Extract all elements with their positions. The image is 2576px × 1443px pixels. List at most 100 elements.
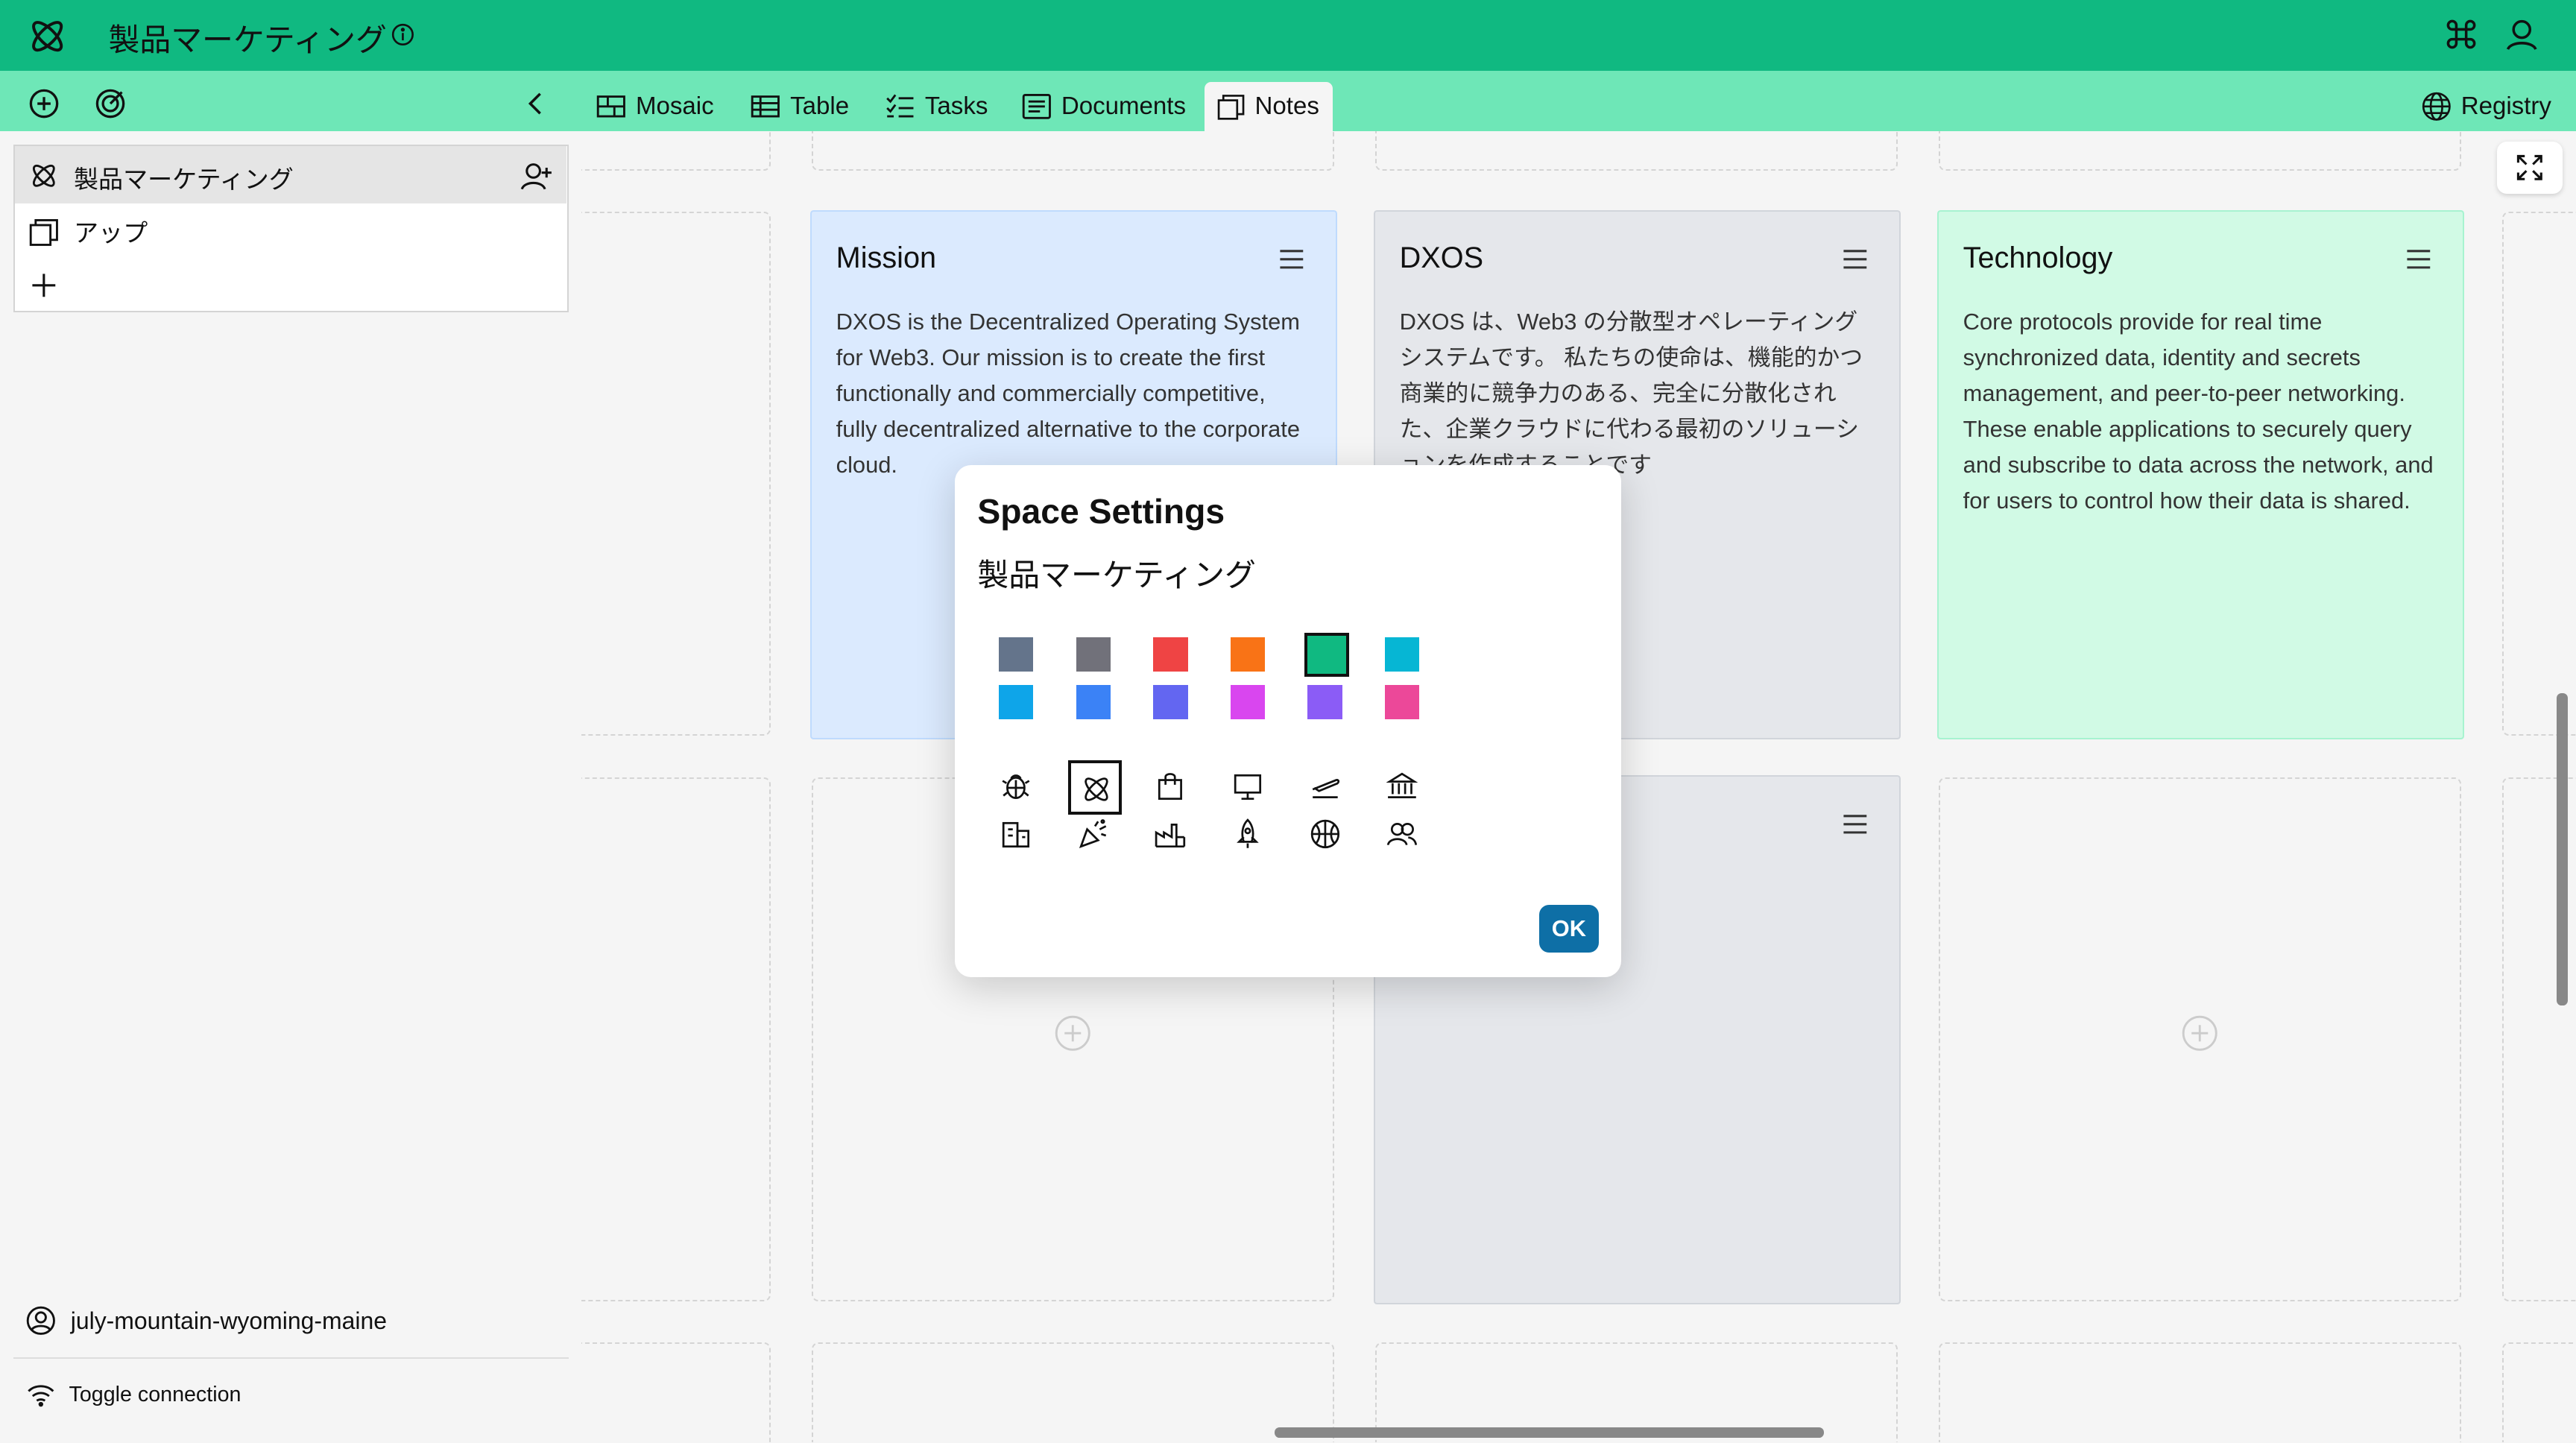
tab-label: Tasks	[924, 92, 988, 121]
icon-option-factory[interactable]	[1145, 808, 1199, 862]
identity-label: july-mountain-wyoming-maine	[70, 1307, 387, 1334]
menu-icon[interactable]	[1277, 244, 1307, 274]
info-icon[interactable]	[391, 23, 414, 46]
add-note-icon[interactable]	[1055, 1015, 1090, 1051]
menu-icon[interactable]	[1840, 244, 1870, 274]
vertical-scrollbar[interactable]	[2556, 693, 2568, 1005]
icon-option-bank[interactable]	[1377, 760, 1431, 815]
color-swatch-orange[interactable]	[1230, 637, 1266, 672]
color-swatch-fuchsia[interactable]	[1230, 685, 1266, 720]
add-space-icon[interactable]	[28, 87, 60, 120]
color-swatch-slate[interactable]	[999, 637, 1034, 672]
note-body[interactable]: DXOS is the Decentralized Operating Syst…	[836, 304, 1313, 483]
buildings-icon	[1003, 821, 1030, 847]
command-icon[interactable]	[2445, 18, 2478, 51]
toolbar: Mosaic Table Tasks Documents Notes Regis…	[0, 70, 2576, 132]
note-title: DXOS	[1399, 241, 1484, 274]
tab-label: Documents	[1061, 92, 1186, 121]
color-swatch-cyan[interactable]	[1385, 637, 1420, 672]
menu-icon[interactable]	[1840, 809, 1870, 839]
icon-option-presentation[interactable]	[1222, 760, 1277, 815]
user-circle-icon	[27, 1307, 56, 1336]
color-swatch-red[interactable]	[1153, 637, 1188, 672]
expand-icon	[2517, 154, 2543, 180]
grid-cell	[581, 212, 771, 736]
tab-mosaic[interactable]: Mosaic	[583, 82, 727, 131]
grid-cell	[1374, 131, 1898, 171]
bug-icon	[1002, 774, 1030, 799]
add-user-icon[interactable]	[520, 160, 553, 192]
grid-cell	[1938, 131, 2461, 171]
menu-icon[interactable]	[2404, 244, 2434, 274]
tab-label: Table	[790, 92, 850, 121]
presentation-icon	[1234, 774, 1262, 800]
grid-cell	[581, 131, 771, 171]
icon-option-shopping-bag[interactable]	[1145, 760, 1199, 815]
color-swatch-sky[interactable]	[999, 685, 1034, 720]
notes-icon	[30, 218, 59, 246]
grid-cell	[811, 1342, 1334, 1443]
basketball-icon	[1310, 819, 1339, 848]
sidebar-space-label: 製品マーケティング	[73, 165, 294, 194]
notes-icon	[1217, 95, 1245, 121]
toggle-connection-label: Toggle connection	[69, 1382, 242, 1406]
color-swatch-blue[interactable]	[1076, 685, 1111, 720]
identity[interactable]: july-mountain-wyoming-maine	[26, 1306, 387, 1336]
table-icon	[751, 95, 780, 118]
sidebar-item-notes[interactable]: アップ	[15, 206, 567, 256]
icon-option-confetti[interactable]	[1068, 808, 1123, 862]
registry-label: Registry	[2460, 92, 2551, 121]
note-body[interactable]: DXOS は、Web3 の分散型オペレーティングシステムです。 私たちの使命は、…	[1400, 304, 1876, 483]
icon-option-users[interactable]	[1377, 808, 1431, 862]
divider	[13, 1357, 569, 1359]
wifi-icon	[28, 1385, 54, 1407]
icon-option-basketball[interactable]	[1299, 808, 1354, 862]
note-card-technology[interactable]: Technology Core protocols provide for re…	[1936, 210, 2465, 739]
color-swatch-pink[interactable]	[1385, 685, 1420, 720]
icon-option-airplane[interactable]	[1299, 760, 1354, 815]
sidebar-item-space[interactable]: 製品マーケティング	[14, 145, 567, 204]
bank-icon	[1386, 772, 1418, 798]
collapse-sidebar-icon[interactable]	[519, 87, 552, 120]
icon-option-rocket[interactable]	[1222, 808, 1277, 862]
ok-button[interactable]: OK	[1539, 905, 1599, 953]
grid-icon	[596, 95, 625, 118]
space-tree: 製品マーケティング アップ	[13, 144, 569, 312]
airplane-icon	[1312, 778, 1339, 798]
tab-table[interactable]: Table	[738, 82, 862, 131]
space-settings-dialog: Space Settings 製品マーケティング OK	[954, 464, 1622, 978]
tab-documents[interactable]: Documents	[1008, 82, 1199, 131]
target-icon[interactable]	[94, 87, 127, 120]
toggle-connection-button[interactable]: Toggle connection	[26, 1380, 241, 1409]
icon-option-bug[interactable]	[991, 760, 1045, 815]
space-title: 製品マーケティング	[108, 22, 387, 57]
plus-icon[interactable]	[29, 271, 59, 300]
color-swatch-emerald[interactable]	[1304, 632, 1349, 678]
user-icon[interactable]	[2504, 16, 2539, 52]
globe-icon	[2422, 92, 2451, 121]
icon-option-buildings[interactable]	[991, 808, 1045, 862]
color-swatch-indigo[interactable]	[1153, 685, 1188, 720]
rocket-icon	[1237, 818, 1259, 848]
note-title: Mission	[836, 241, 937, 274]
color-swatch-zinc[interactable]	[1076, 637, 1111, 672]
add-note-icon[interactable]	[2182, 1015, 2217, 1051]
grid-cell	[581, 777, 771, 1301]
sidebar: 製品マーケティング アップ july-mountain-wyoming-main…	[0, 131, 582, 1443]
tab-tasks[interactable]: Tasks	[872, 82, 1001, 131]
horizontal-scrollbar[interactable]	[1275, 1427, 1824, 1438]
grid-cell	[2501, 212, 2576, 736]
factory-icon	[1155, 823, 1186, 847]
tab-notes[interactable]: Notes	[1204, 82, 1333, 132]
dialog-title: Space Settings	[977, 492, 1225, 531]
note-body[interactable]: Core protocols provide for real time syn…	[1963, 304, 2440, 519]
dxos-logo-icon[interactable]	[26, 15, 69, 57]
color-swatch-violet[interactable]	[1307, 685, 1342, 720]
fullscreen-button[interactable]	[2497, 141, 2563, 195]
space-name[interactable]: 製品マーケティング	[977, 550, 1255, 596]
registry-button[interactable]: Registry	[2422, 92, 2551, 121]
document-icon	[1022, 94, 1051, 120]
app-header: 製品マーケティング	[0, 0, 2576, 71]
icon-option-atom[interactable]	[1067, 760, 1123, 815]
sidebar-item-label: アップ	[73, 220, 148, 248]
